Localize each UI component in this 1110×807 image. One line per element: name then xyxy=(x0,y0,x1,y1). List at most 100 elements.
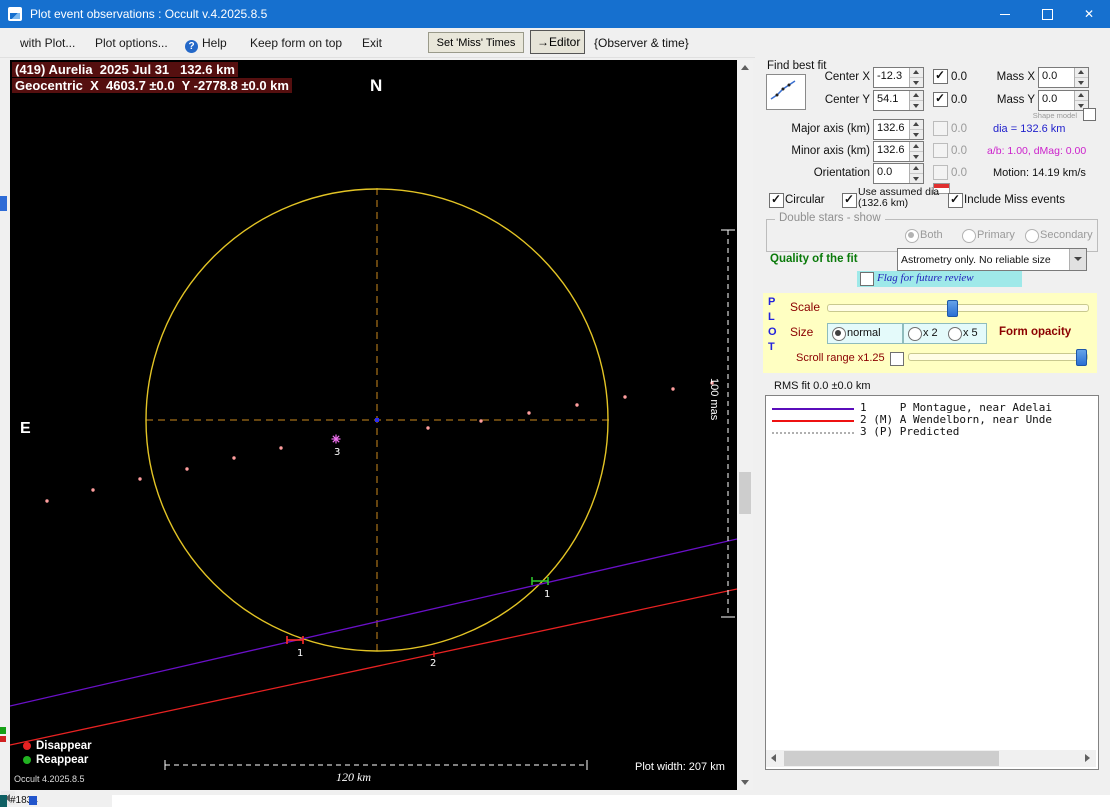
include-miss-checkbox[interactable] xyxy=(948,192,963,208)
spin-down-icon[interactable] xyxy=(910,152,923,161)
north-label: N xyxy=(370,76,383,95)
list-scrollbar-thumb[interactable] xyxy=(784,751,999,766)
find-best-fit-button[interactable] xyxy=(766,74,806,110)
mass-x-spinner[interactable]: 0.0 xyxy=(1038,67,1089,88)
svg-text:3: 3 xyxy=(334,447,340,458)
rms-fit-label: RMS fit 0.0 ±0.0 km xyxy=(774,380,871,392)
size-label: Size xyxy=(790,325,814,339)
spin-up-icon[interactable] xyxy=(1075,91,1088,101)
mas-scale-label: 100 mas xyxy=(708,378,720,421)
observer-time-label: {Observer & time} xyxy=(594,36,689,50)
flag-review-strip: Flag for future review xyxy=(857,271,1022,287)
orientation-fix-checkbox xyxy=(933,165,948,180)
km-scale-label: 120 km xyxy=(336,770,371,784)
center-y-label: Center Y xyxy=(824,94,870,106)
mass-y-label: Mass Y xyxy=(996,94,1035,106)
orientation-error-label: 0.0 xyxy=(951,167,967,179)
maximize-icon xyxy=(1041,8,1053,20)
circular-label: Circular xyxy=(785,194,825,206)
fit-chart-icon xyxy=(770,80,796,100)
spin-down-icon[interactable] xyxy=(910,101,923,110)
bottom-bar: #1834 xyxy=(0,790,1110,807)
menu-exit[interactable]: Exit xyxy=(362,36,382,50)
scroll-down-icon[interactable] xyxy=(737,774,753,790)
double-stars-secondary-radio xyxy=(1025,229,1039,243)
maximize-button[interactable] xyxy=(1026,0,1068,28)
minimize-button[interactable] xyxy=(984,0,1026,28)
vertical-scrollbar[interactable] xyxy=(737,60,753,790)
spin-down-icon[interactable] xyxy=(1075,78,1088,87)
spin-down-icon[interactable] xyxy=(910,174,923,183)
plot-canvas: 1 1 2 3 xyxy=(10,188,737,770)
center-x-label: Center X xyxy=(824,71,870,83)
menu-keep-form-on-top[interactable]: Keep form on top xyxy=(250,36,342,50)
orientation-spinner[interactable]: 0.0 xyxy=(873,163,924,184)
quality-of-fit-label: Quality of the fit xyxy=(770,253,858,265)
menu-help[interactable]: ? Help xyxy=(185,36,227,53)
double-stars-title: Double stars - show xyxy=(775,212,885,224)
spin-down-icon[interactable] xyxy=(910,130,923,139)
form-opacity-slider[interactable] xyxy=(908,349,1088,366)
scale-slider[interactable] xyxy=(827,300,1089,317)
double-stars-primary-label: Primary xyxy=(977,229,1015,241)
chord-2-line-sample xyxy=(772,420,854,422)
scroll-range-checkbox[interactable] xyxy=(890,352,904,366)
set-miss-times-button[interactable]: Set 'Miss' Times xyxy=(428,32,524,53)
scroll-up-icon[interactable] xyxy=(737,60,753,76)
center-x-fix-checkbox[interactable] xyxy=(933,68,948,84)
spin-up-icon[interactable] xyxy=(910,142,923,152)
edge-artifact xyxy=(0,727,6,734)
spin-up-icon[interactable] xyxy=(910,164,923,174)
size-normal-box: normal xyxy=(827,323,903,344)
scroll-range-label: Scroll range x1.25 xyxy=(796,352,885,364)
center-y-fix-checkbox[interactable] xyxy=(933,91,948,107)
mass-y-spinner[interactable]: 0.0 xyxy=(1038,90,1089,111)
mass-x-label: Mass X xyxy=(996,71,1035,83)
editor-button[interactable]: →Editor xyxy=(530,30,585,54)
spin-up-icon[interactable] xyxy=(910,120,923,130)
ab-dmag-label: a/b: 1.00, dMag: 0.00 xyxy=(987,145,1087,157)
east-label: E xyxy=(20,420,31,437)
shape-model-checkbox[interactable] xyxy=(1083,108,1096,121)
size-multiplier-box: x 2 x 5 xyxy=(903,323,987,344)
size-x2-label: x 2 xyxy=(923,327,938,339)
quality-of-fit-dropdown[interactable]: Astrometry only. No reliable size xyxy=(897,248,1087,271)
center-y-spinner[interactable]: 54.1 xyxy=(873,90,924,111)
flag-review-checkbox[interactable] xyxy=(860,272,874,286)
menu-bar: with Plot... Plot options... ? Help Keep … xyxy=(0,28,1110,58)
observations-list[interactable]: 1 P Montague, near Adelai 2 (M) A Wendel… xyxy=(765,395,1099,770)
form-opacity-slider-thumb[interactable] xyxy=(1076,349,1087,366)
size-normal-label: normal xyxy=(847,327,881,339)
vertical-scrollbar-thumb[interactable] xyxy=(739,472,751,514)
list-item[interactable]: 3 (P) Predicted xyxy=(860,425,959,438)
status-white-strip xyxy=(112,795,1110,807)
app-window: Plot event observations : Occult v.4.202… xyxy=(0,0,1110,807)
dropdown-arrow-icon[interactable] xyxy=(1069,249,1086,270)
size-x2-radio[interactable] xyxy=(908,327,922,341)
close-button[interactable]: ✕ xyxy=(1068,0,1110,28)
center-x-spinner[interactable]: -12.3 xyxy=(873,67,924,88)
spin-up-icon[interactable] xyxy=(910,91,923,101)
svg-text:1: 1 xyxy=(544,589,550,600)
spin-up-icon[interactable] xyxy=(910,68,923,78)
spin-up-icon[interactable] xyxy=(1075,68,1088,78)
minor-axis-spinner[interactable]: 132.6 xyxy=(873,141,924,162)
major-axis-spinner[interactable]: 132.6 xyxy=(873,119,924,140)
include-miss-label: Include Miss events xyxy=(964,194,1065,206)
scale-slider-thumb[interactable] xyxy=(947,300,958,317)
reappear-label: Reappear xyxy=(36,754,89,766)
use-assumed-dia-checkbox[interactable] xyxy=(842,192,857,208)
minor-axis-fix-checkbox xyxy=(933,143,948,158)
list-horizontal-scrollbar[interactable] xyxy=(766,750,1096,767)
flag-review-label: Flag for future review xyxy=(877,272,974,284)
size-normal-radio[interactable] xyxy=(832,327,846,341)
menu-plot-options[interactable]: Plot options... xyxy=(95,36,168,50)
size-x5-radio[interactable] xyxy=(948,327,962,341)
spin-down-icon[interactable] xyxy=(910,78,923,87)
menu-with-plot[interactable]: with Plot... xyxy=(20,36,75,50)
svg-text:2: 2 xyxy=(430,658,436,669)
scroll-right-icon[interactable] xyxy=(1079,750,1096,767)
scroll-left-icon[interactable] xyxy=(766,750,783,767)
circular-checkbox[interactable] xyxy=(769,192,784,208)
plot-area[interactable]: 1123 (419) Aurelia 2025 Jul 31 132.6 km … xyxy=(10,60,737,790)
